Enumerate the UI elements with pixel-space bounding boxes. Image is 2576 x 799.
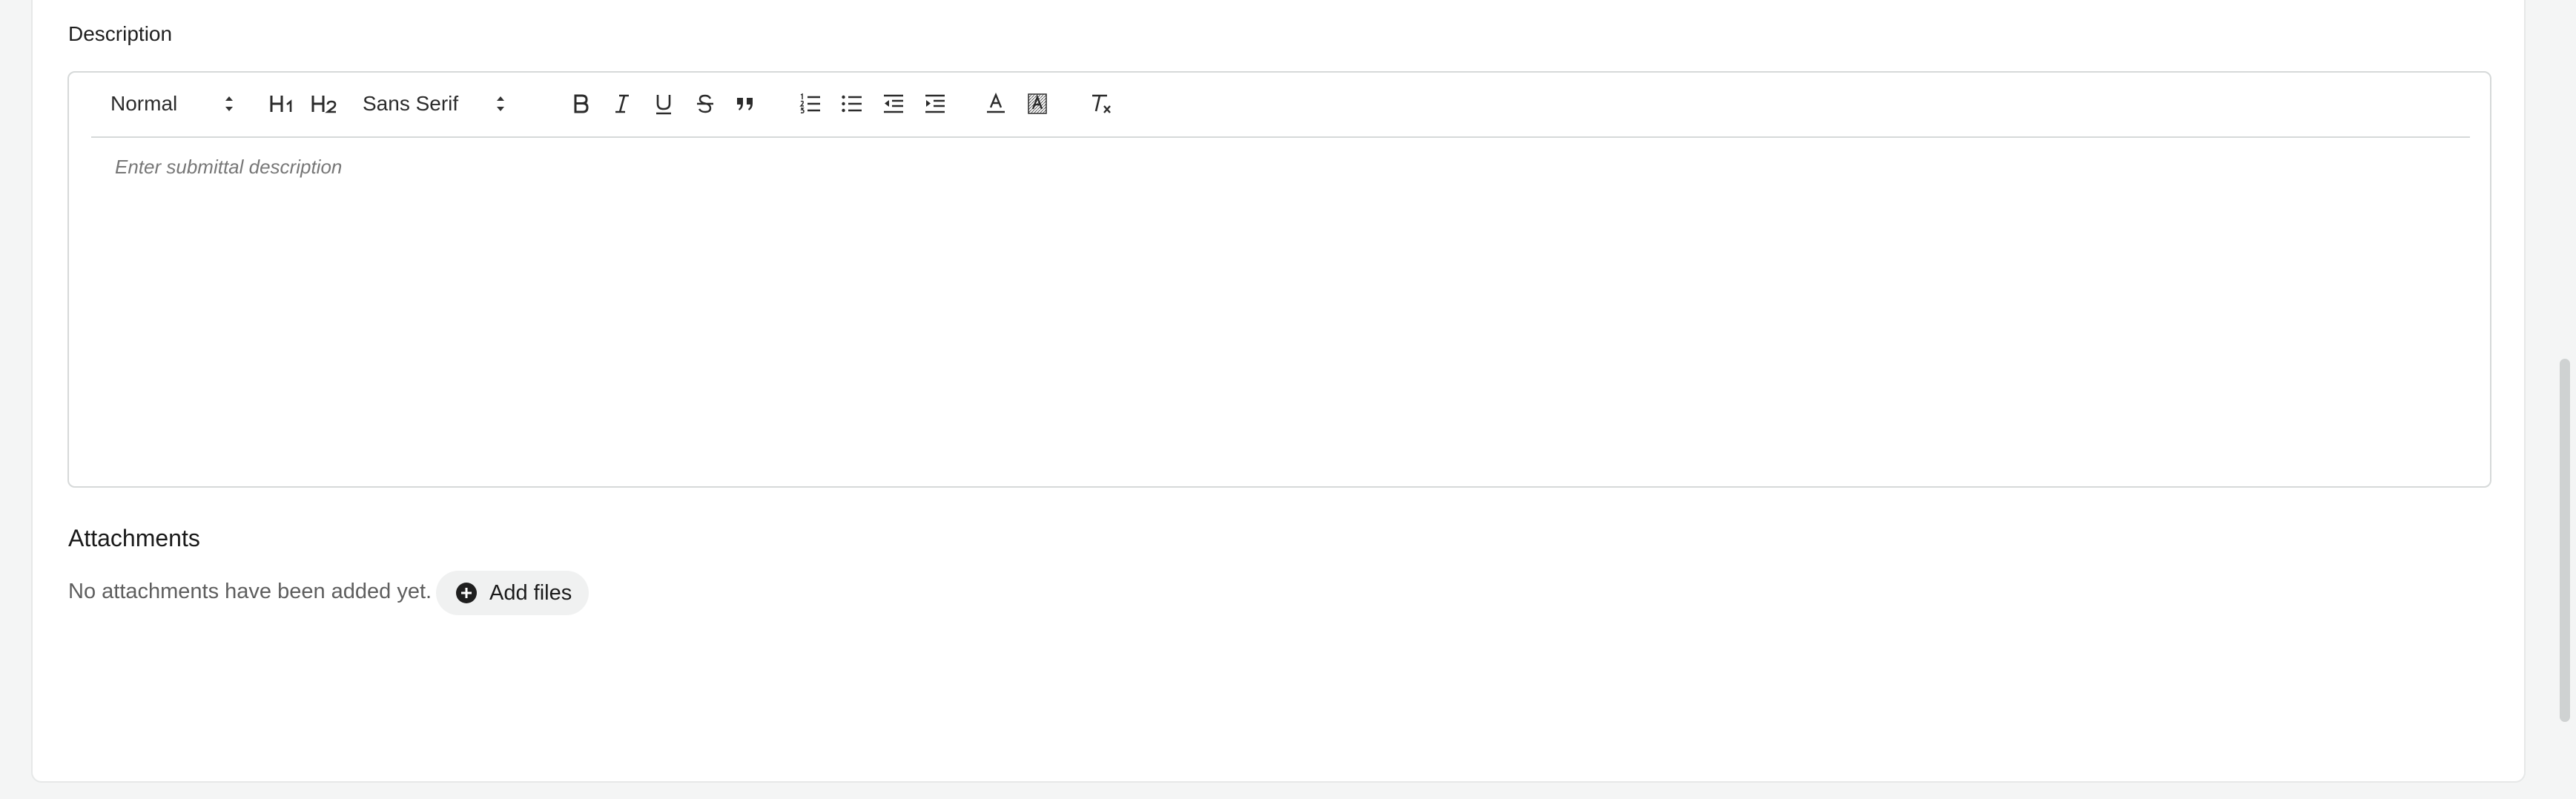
strike-button[interactable] — [690, 87, 720, 120]
description-placeholder: Enter submittal description — [115, 156, 343, 178]
h2-button[interactable] — [311, 87, 340, 120]
add-files-label: Add files — [489, 580, 572, 605]
ordered-list-icon — [799, 93, 820, 113]
background-color-button[interactable] — [1023, 87, 1052, 120]
indent-button[interactable] — [920, 87, 950, 120]
attachments-title: Attachments — [68, 525, 200, 551]
font-picker[interactable]: Sans Serif — [363, 87, 508, 120]
bold-icon — [574, 94, 589, 113]
font-picker-label: Sans Serif — [363, 92, 459, 115]
underline-icon — [656, 95, 671, 115]
bullet-list-icon — [842, 95, 862, 113]
add-files-button[interactable]: Add files — [436, 571, 589, 615]
italic-button[interactable] — [607, 87, 637, 120]
header-picker[interactable]: Normal — [110, 87, 237, 120]
h1-button[interactable] — [269, 87, 299, 120]
chevron-updown-icon — [493, 92, 508, 116]
description-editor[interactable]: Normal Sans Serif Enter submittal descri… — [67, 71, 2491, 488]
text-color-icon — [987, 92, 1005, 113]
underline-button[interactable] — [649, 87, 678, 120]
indent-icon — [925, 94, 945, 113]
h2-icon — [311, 96, 337, 113]
outdent-icon — [884, 94, 903, 113]
plus-circle-icon — [456, 583, 477, 603]
outdent-button[interactable] — [879, 87, 908, 120]
blockquote-icon — [737, 98, 753, 110]
editor-toolbar: Normal Sans Serif — [91, 73, 2470, 138]
strike-icon — [697, 94, 713, 113]
ordered-list-button[interactable] — [796, 87, 825, 120]
italic-icon — [615, 94, 629, 113]
header-picker-label: Normal — [110, 92, 178, 115]
description-label: Description — [68, 22, 173, 45]
bullet-list-button[interactable] — [837, 87, 867, 120]
attachments-empty-text: No attachments have been added yet. — [68, 580, 432, 603]
blockquote-button[interactable] — [730, 87, 760, 120]
text-color-button[interactable] — [981, 87, 1011, 120]
h1-icon — [270, 96, 292, 112]
clear-format-icon — [1092, 94, 1111, 113]
chevron-updown-icon — [222, 92, 237, 116]
clear-format-button[interactable] — [1086, 87, 1116, 120]
bold-button[interactable] — [566, 87, 595, 120]
background-color-icon — [1028, 93, 1047, 114]
scrollbar-thumb[interactable] — [2560, 359, 2570, 722]
